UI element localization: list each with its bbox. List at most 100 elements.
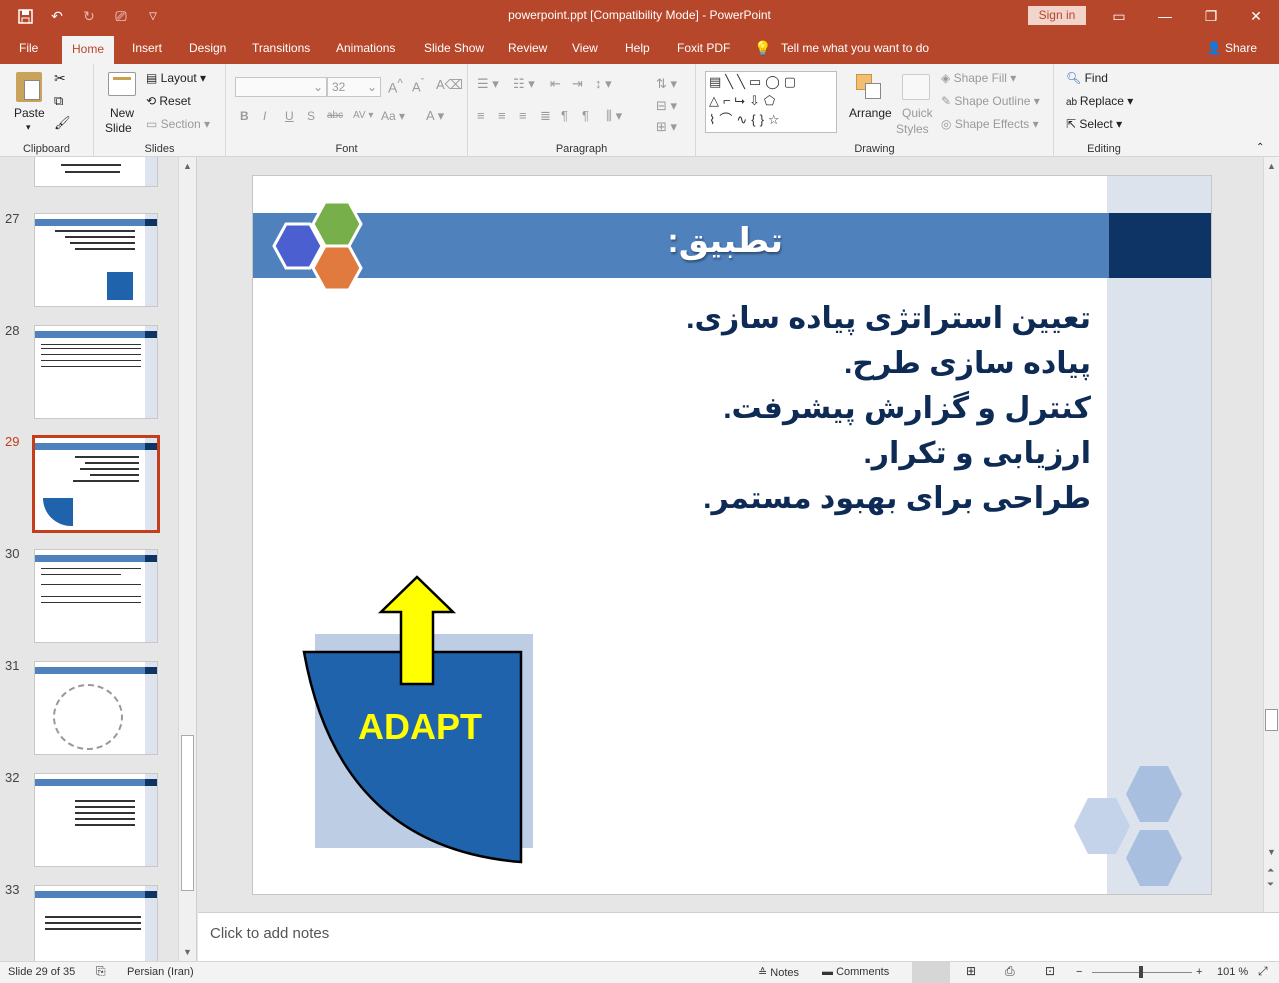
shape-fill-button[interactable]: ◈ Shape Fill ▾ [941, 71, 1016, 85]
tab-view[interactable]: View [572, 33, 598, 64]
fit-to-window-icon[interactable]: ⤢ [1258, 964, 1268, 979]
rtl-icon[interactable]: ¶ [561, 108, 568, 123]
slide-sorter-icon[interactable]: ⊞ [966, 964, 976, 978]
reset-button[interactable]: ⟲ Reset [146, 94, 191, 108]
tab-review[interactable]: Review [508, 33, 547, 64]
format-painter-icon[interactable]: 🖌 [54, 115, 71, 131]
notes-pane[interactable]: Click to add notes [198, 912, 1279, 961]
tab-transitions[interactable]: Transitions [252, 33, 310, 64]
minimize-icon[interactable]: — [1152, 6, 1178, 26]
strikethrough-icon[interactable]: abc [327, 110, 343, 121]
slide-thumbnail[interactable] [34, 885, 158, 961]
ltr-icon[interactable]: ¶ [582, 108, 589, 123]
text-direction-icon[interactable]: ⇅ ▾ [656, 76, 677, 92]
slide-show-icon[interactable]: ⊡ [1045, 964, 1055, 978]
slide-thumbnail[interactable] [34, 661, 158, 755]
zoom-level[interactable]: 101 % [1217, 966, 1248, 978]
line-spacing-icon[interactable]: ↕ ▾ [595, 76, 612, 92]
tell-me-search[interactable]: Tell me what you want to do [781, 33, 929, 64]
align-center-icon[interactable]: ≡ [498, 108, 506, 123]
increase-indent-icon[interactable]: ⇥ [572, 76, 583, 92]
slide-thumbnail-active[interactable] [32, 435, 160, 533]
slide-title[interactable]: تطبیق: [593, 221, 783, 261]
scroll-up-icon[interactable]: ▲ [183, 161, 192, 171]
reading-view-icon[interactable]: ⎙ [1005, 964, 1015, 979]
underline-icon[interactable]: U [285, 109, 294, 123]
bullets-icon[interactable]: ☰ ▾ [477, 76, 499, 92]
shape-effects-button[interactable]: ◎ Shape Effects ▾ [941, 117, 1039, 131]
ribbon-display-options-icon[interactable]: ▭ [1106, 6, 1132, 26]
new-slide-button[interactable]: New [110, 106, 134, 120]
slide-canvas[interactable]: تطبیق: تعیین استراتژی پیاده سازی. پیاده … [252, 175, 1212, 895]
smartart-icon[interactable]: ⊞ ▾ [656, 119, 677, 135]
tab-slide-show[interactable]: Slide Show [424, 33, 484, 64]
tab-help[interactable]: Help [625, 33, 650, 64]
slide-thumbnail[interactable] [34, 325, 158, 419]
arrange-icon[interactable] [856, 74, 882, 100]
change-case-icon[interactable]: Aa ▾ [381, 109, 405, 123]
align-left-icon[interactable]: ≡ [477, 108, 485, 123]
share-button[interactable]: 👤 Share [1207, 33, 1257, 64]
decrease-indent-icon[interactable]: ⇤ [550, 76, 561, 92]
tab-foxit-pdf[interactable]: Foxit PDF [677, 33, 730, 64]
scroll-down-icon[interactable]: ▼ [183, 947, 192, 957]
shapes-gallery[interactable]: ▤╲╲▭◯▢ △⌐⮡⇩⬠ ⌇⌒∿{}☆ [705, 71, 837, 133]
slide-thumbnail[interactable] [34, 773, 158, 867]
collapse-ribbon-icon[interactable]: ⌃ [1256, 142, 1264, 153]
quick-styles-icon[interactable] [902, 74, 930, 100]
thumbnail-scrollbar[interactable]: ▲ ▼ [178, 157, 196, 961]
cut-icon[interactable]: ✂ [54, 70, 66, 87]
slide-thumbnail[interactable] [34, 549, 158, 643]
tab-insert[interactable]: Insert [132, 33, 162, 64]
numbering-icon[interactable]: ☷ ▾ [513, 76, 535, 92]
slide-thumbnail[interactable] [34, 213, 158, 307]
sign-in-button[interactable]: Sign in [1028, 6, 1086, 25]
section-button[interactable]: ▭ Section ▾ [146, 117, 210, 131]
slide-counter[interactable]: Slide 29 of 35 [8, 966, 75, 978]
tab-home[interactable]: Home [62, 36, 115, 64]
align-text-icon[interactable]: ⊟ ▾ [656, 98, 677, 114]
scroll-down-icon[interactable]: ▼ [1267, 847, 1276, 857]
notes-placeholder[interactable]: Click to add notes [210, 925, 329, 942]
previous-slide-icon[interactable]: ⏶ [1267, 865, 1274, 876]
replace-button[interactable]: ab Replace ▾ [1066, 94, 1133, 108]
quick-styles-label[interactable]: Styles [896, 122, 929, 136]
tab-design[interactable]: Design [189, 33, 226, 64]
select-button[interactable]: ⇱ Select ▾ [1066, 117, 1122, 131]
normal-view-icon[interactable] [912, 962, 950, 983]
scroll-up-icon[interactable]: ▲ [1267, 161, 1276, 171]
notes-toggle[interactable]: ≙ Notes [758, 966, 799, 979]
thumbnail-scroll-thumb[interactable] [181, 735, 194, 891]
spell-check-icon[interactable]: ⎘ [96, 964, 106, 979]
new-slide-label[interactable]: Slide [105, 121, 132, 135]
decrease-font-icon[interactable]: Aˇ [412, 77, 424, 94]
increase-font-icon[interactable]: A^ [388, 77, 403, 96]
new-slide-icon[interactable] [108, 72, 136, 96]
shadow-icon[interactable]: S [307, 109, 315, 123]
columns-icon[interactable]: ⫼ ▾ [606, 108, 622, 124]
font-size-input[interactable]: 32 ⌄ [327, 77, 381, 97]
slide-scrollbar[interactable]: ▲ ▼ ⏶ ⏷ [1263, 157, 1279, 912]
close-icon[interactable]: ✕ [1243, 6, 1269, 26]
next-slide-icon[interactable]: ⏷ [1267, 879, 1274, 890]
font-color-icon[interactable]: A ▾ [426, 108, 444, 124]
justify-icon[interactable]: ≣ [540, 108, 551, 124]
quick-styles-button[interactable]: Quick [902, 106, 933, 120]
zoom-in-icon[interactable]: + [1196, 966, 1202, 978]
tab-animations[interactable]: Animations [336, 33, 395, 64]
character-spacing-icon[interactable]: AV ▾ [353, 110, 373, 121]
tab-file[interactable]: File [19, 33, 38, 64]
zoom-slider-thumb[interactable] [1139, 966, 1143, 978]
find-button[interactable]: 🔍︎ Find [1066, 71, 1108, 85]
clear-formatting-icon[interactable]: A⌫ [436, 77, 463, 93]
layout-button[interactable]: ▤ Layout ▾ [146, 71, 206, 85]
italic-icon[interactable]: I [263, 109, 266, 123]
slide-scroll-thumb[interactable] [1265, 709, 1278, 731]
arrange-button[interactable]: Arrange [849, 106, 892, 120]
zoom-out-icon[interactable]: − [1076, 966, 1082, 978]
shape-outline-button[interactable]: ✎ Shape Outline ▾ [941, 94, 1040, 108]
copy-icon[interactable]: ⧉ [54, 93, 63, 109]
bold-icon[interactable]: B [240, 109, 249, 123]
paste-button[interactable]: Paste [14, 106, 45, 120]
comments-toggle[interactable]: ▬ Comments [822, 966, 889, 978]
